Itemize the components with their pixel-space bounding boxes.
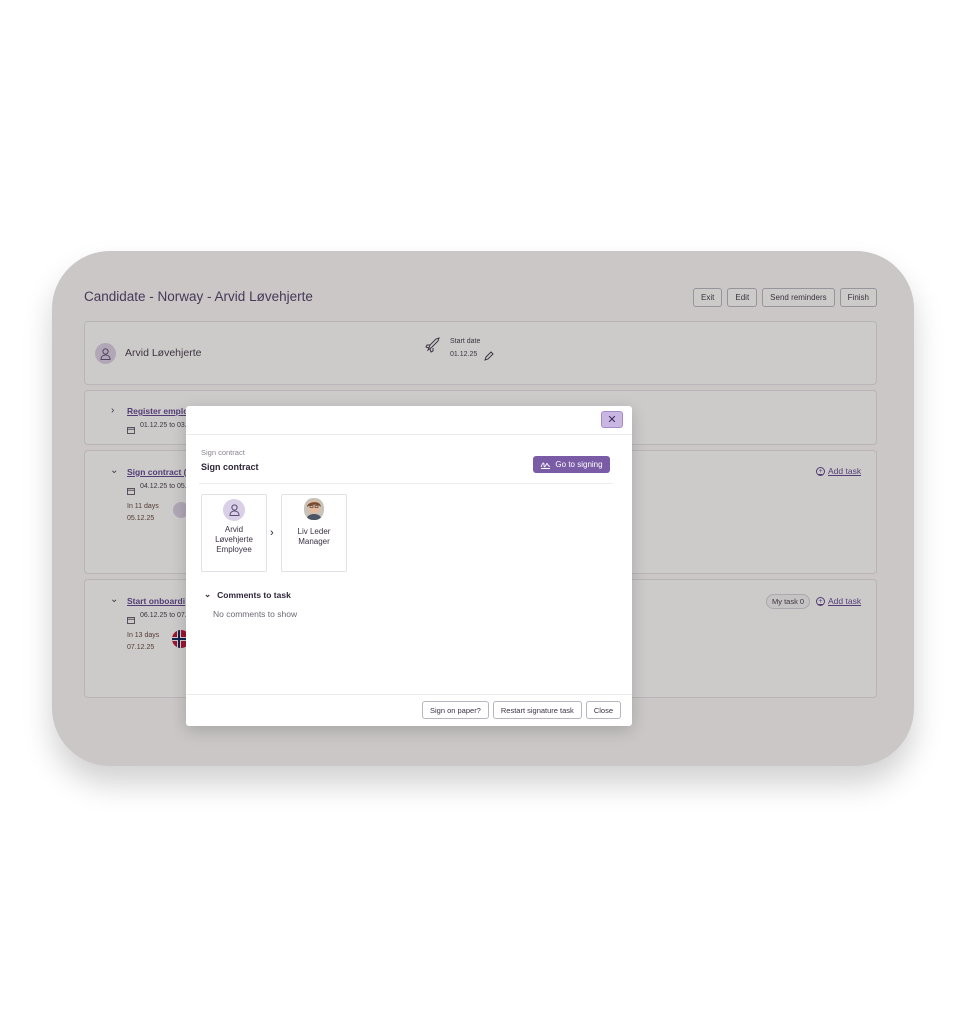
- divider: [186, 434, 632, 435]
- modal-subtitle: Sign contract: [201, 448, 245, 457]
- chevron-down-icon: ⌄: [204, 589, 212, 599]
- modal-title: Sign contract: [201, 462, 259, 472]
- chevron-right-icon: ›: [270, 527, 274, 539]
- go-to-signing-label: Go to signing: [555, 460, 603, 469]
- close-icon[interactable]: ✕: [601, 411, 623, 428]
- signer-name-line1: Arvid: [224, 525, 244, 534]
- signer-role: Manager: [298, 537, 330, 546]
- signer-name-line2: Løvehjerte: [215, 535, 253, 544]
- avatar: [223, 499, 245, 521]
- close-button[interactable]: Close: [585, 701, 621, 719]
- divider: [186, 694, 632, 695]
- comments-toggle[interactable]: ⌄ Comments to task: [204, 589, 291, 600]
- avatar-photo: [304, 498, 324, 520]
- signer-name-line1: Liv Leder: [297, 527, 331, 536]
- signer-card-employee: Arvid Løvehjerte Employee: [201, 494, 267, 572]
- signature-icon: [541, 462, 551, 469]
- signer-card-manager: Liv Leder Manager: [281, 494, 347, 572]
- user-icon: [228, 504, 240, 516]
- signer-role: Employee: [216, 545, 252, 554]
- go-to-signing-button[interactable]: Go to signing: [533, 456, 610, 473]
- sign-contract-modal: ✕ Sign contract Sign contract Go to sign…: [186, 406, 632, 726]
- divider: [199, 483, 613, 484]
- comments-heading: Comments to task: [217, 589, 291, 600]
- modal-footer: Sign on paper? Restart signature task Cl…: [421, 701, 621, 719]
- sign-on-paper-button[interactable]: Sign on paper?: [421, 701, 489, 719]
- no-comments-text: No comments to show: [213, 609, 298, 619]
- restart-signature-button[interactable]: Restart signature task: [492, 701, 582, 719]
